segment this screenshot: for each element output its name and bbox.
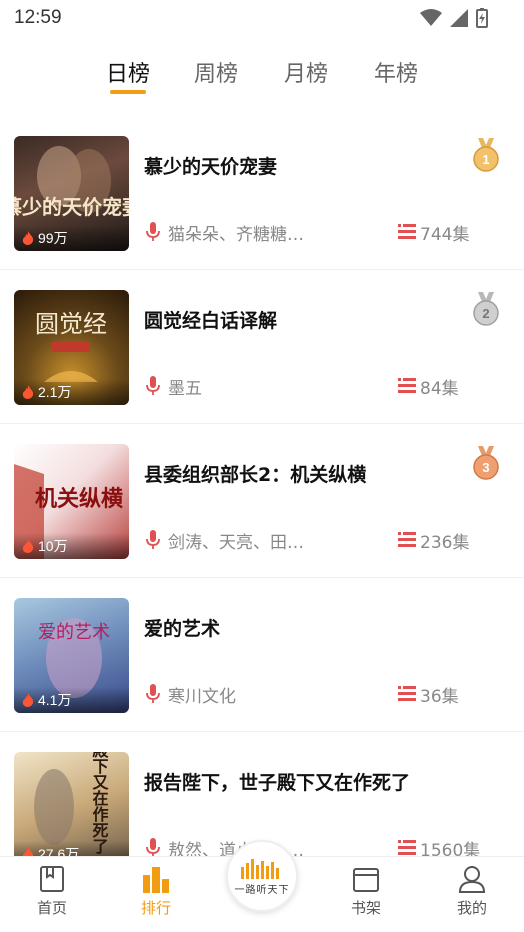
logo-text: 一路听天下: [234, 884, 290, 896]
nav-mine-label: 我的: [456, 899, 487, 917]
nav-shelf[interactable]: 书架: [336, 865, 396, 918]
bookshelf-icon: [353, 868, 379, 892]
book-title[interactable]: 报告陛下，世子殿下又在作死了: [144, 768, 410, 795]
episode-count: 236集: [420, 533, 470, 553]
microphone-icon: [146, 222, 160, 241]
book-title[interactable]: 爱的艺术: [144, 614, 220, 641]
cover-title: 圆觉经: [35, 310, 107, 338]
play-count: 2.1万: [14, 379, 129, 405]
nav-mine[interactable]: 我的: [442, 865, 502, 918]
status-time: 12:59: [14, 7, 62, 28]
book-meta: 寒川文化 36集: [144, 682, 504, 707]
cover-title: 爱的艺术: [38, 622, 110, 643]
episode-list-icon: [398, 840, 416, 855]
ranking-tabs: 日榜 周榜 月榜 年榜: [0, 56, 524, 96]
list-item[interactable]: 机关纵横 10万 县委组织部长2：机关纵横 3 剑涛、天亮、田… 236集: [0, 424, 524, 578]
play-count-text: 4.1万: [38, 692, 72, 708]
book-home-icon: [40, 866, 64, 892]
cellular-signal-icon: [450, 9, 468, 27]
book-title[interactable]: 慕少的天价宠妻: [144, 152, 277, 179]
author: 剑涛、天亮、田…: [168, 533, 304, 553]
fire-icon: [22, 539, 34, 553]
fire-icon: [22, 693, 34, 707]
book-cover[interactable]: 爱的艺术 4.1万: [14, 598, 129, 713]
microphone-icon: [146, 530, 160, 549]
episode-list-icon: [398, 686, 416, 701]
cover-title: 慕少的天价宠妻: [14, 195, 129, 219]
fire-icon: [22, 231, 34, 245]
episode-list-icon: [398, 378, 416, 393]
tab-weekly[interactable]: 周榜: [194, 56, 238, 88]
nav-shelf-label: 书架: [350, 899, 381, 917]
ranking-list: 慕少的天价宠妻 99万 慕少的天价宠妻 1 猫朵朵、齐糖糖… 744集 圆觉经: [0, 116, 524, 886]
episode-count: 84集: [420, 379, 459, 399]
author: 墨五: [168, 379, 202, 399]
fire-icon: [22, 385, 34, 399]
nav-home[interactable]: 首页: [22, 865, 82, 918]
bar-chart-icon: [143, 867, 169, 893]
rank-number: 3: [482, 460, 489, 475]
cover-title: 机关纵横: [35, 486, 123, 512]
microphone-icon: [146, 376, 160, 395]
status-bar: 12:59: [0, 0, 524, 38]
play-count: 4.1万: [14, 687, 129, 713]
cover-title: 世子殿下又在作死了: [90, 752, 110, 855]
gold-medal-icon: 1: [473, 138, 499, 172]
author: 寒川文化: [168, 687, 236, 707]
nav-ranking[interactable]: 排行: [126, 865, 186, 918]
episode-list-icon: [398, 532, 416, 547]
book-cover[interactable]: 世子殿下又在作死了 27.6万: [14, 752, 129, 867]
silver-medal-icon: 2: [473, 292, 499, 326]
book-title[interactable]: 县委组织部长2：机关纵横: [144, 460, 366, 487]
bronze-medal-icon: 3: [473, 446, 499, 480]
book-meta: 墨五 84集: [144, 374, 504, 399]
book-meta: 猫朵朵、齐糖糖… 744集: [144, 220, 504, 245]
tab-yearly[interactable]: 年榜: [374, 56, 418, 88]
author: 猫朵朵、齐糖糖…: [168, 225, 304, 245]
play-count-text: 10万: [38, 538, 68, 554]
tab-monthly[interactable]: 月榜: [284, 56, 328, 88]
play-count: 10万: [14, 533, 129, 559]
book-cover[interactable]: 机关纵横 10万: [14, 444, 129, 559]
rank-number: 1: [482, 152, 489, 167]
nav-ranking-label: 排行: [140, 899, 171, 917]
episode-count: 36集: [420, 687, 459, 707]
list-item[interactable]: 爱的艺术 4.1万 爱的艺术 寒川文化 36集: [0, 578, 524, 732]
list-item[interactable]: 圆觉经 2.1万 圆觉经白话译解 2 墨五 84集: [0, 270, 524, 424]
tab-daily[interactable]: 日榜: [106, 56, 150, 88]
microphone-icon: [146, 684, 160, 703]
rank-number: 2: [482, 306, 489, 321]
book-meta: 剑涛、天亮、田… 236集: [144, 528, 504, 553]
book-cover[interactable]: 慕少的天价宠妻 99万: [14, 136, 129, 251]
nav-home-label: 首页: [36, 899, 67, 917]
center-logo-button[interactable]: 一路听天下: [226, 840, 298, 912]
episode-count: 744集: [420, 225, 470, 245]
wifi-icon: [420, 9, 442, 26]
equalizer-logo-icon: [241, 858, 279, 879]
book-cover[interactable]: 圆觉经 2.1万: [14, 290, 129, 405]
book-title[interactable]: 圆觉经白话译解: [144, 306, 277, 333]
battery-charging-icon: [476, 8, 488, 28]
status-icons: [420, 8, 488, 28]
episode-list-icon: [398, 224, 416, 239]
microphone-icon: [146, 838, 160, 857]
play-count-text: 99万: [38, 230, 68, 246]
active-tab-indicator: [110, 90, 146, 94]
play-count-text: 2.1万: [38, 384, 72, 400]
user-profile-icon: [458, 866, 486, 893]
play-count: 99万: [14, 225, 129, 251]
list-item[interactable]: 慕少的天价宠妻 99万 慕少的天价宠妻 1 猫朵朵、齐糖糖… 744集: [0, 116, 524, 270]
